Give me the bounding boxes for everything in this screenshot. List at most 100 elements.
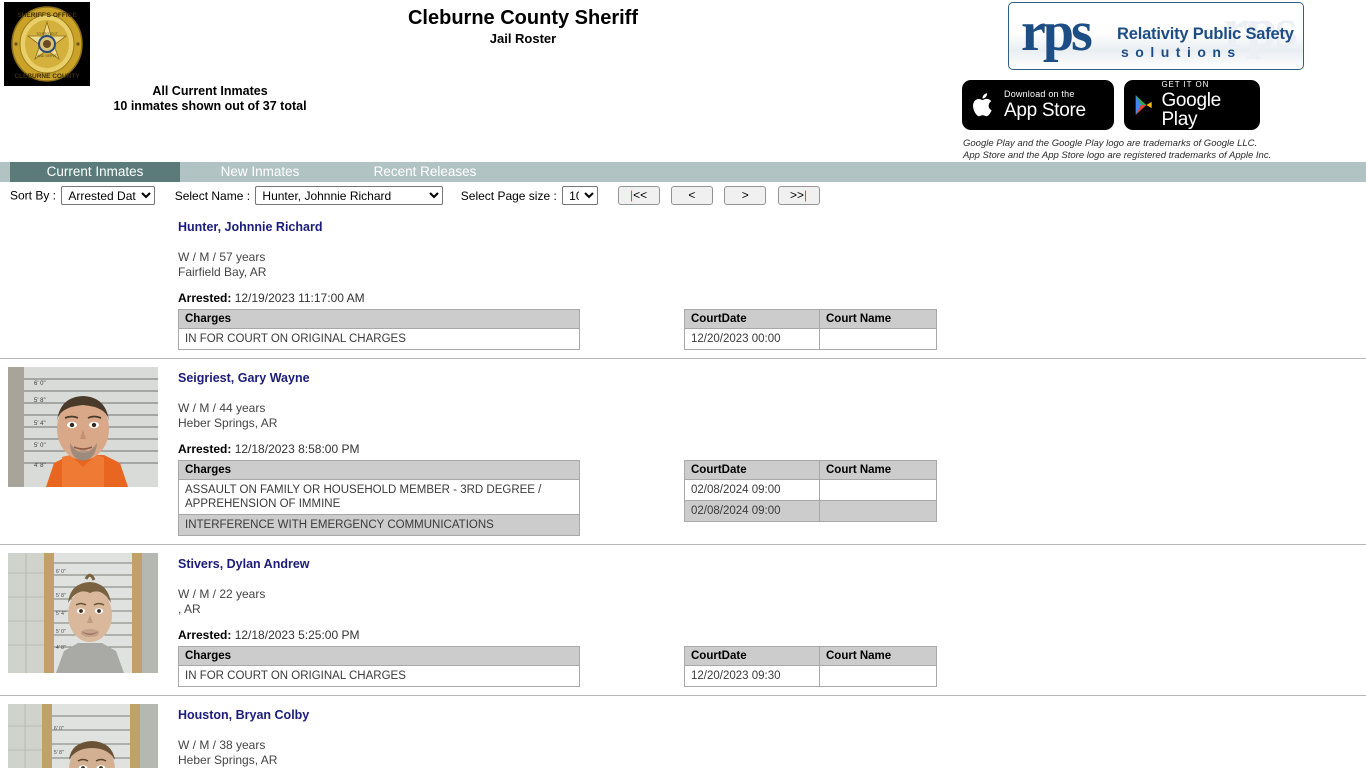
- inmate-name-link[interactable]: Seigriest, Gary Wayne: [178, 371, 310, 385]
- charge-row: IN FOR COURT ON ORIGINAL CHARGES: [178, 328, 580, 350]
- court-name-cell: [819, 665, 937, 687]
- inmate-record-row: Hunter, Johnnie Richard W / M / 57 years F…: [0, 208, 1366, 359]
- pagination-first-button[interactable]: |<<: [617, 186, 660, 205]
- select-name-label: Select Name :: [174, 188, 251, 203]
- rps-logo: rps rps Relativity Public Safety solutio…: [1008, 2, 1304, 70]
- svg-text:6' 0": 6' 0": [56, 569, 66, 575]
- svg-text:6' 0": 6' 0": [34, 381, 46, 387]
- pagination-controls: |<< < > >>|: [617, 186, 828, 205]
- courtdate-header: CourtDate: [684, 309, 820, 329]
- charge-description: IN FOR COURT ON ORIGINAL CHARGES: [178, 328, 580, 350]
- svg-text:5' 4": 5' 4": [34, 421, 46, 427]
- court-date-cell: 02/08/2024 09:00: [684, 500, 820, 522]
- inmate-record-row: 6' 0" 5' 8" 5' 4" 5' 0" 4' 8" Seigriest, G…: [0, 359, 1366, 545]
- inmate-name-link[interactable]: Houston, Bryan Colby: [178, 708, 309, 722]
- inmate-city-state: Fairfield Bay, AR: [178, 264, 267, 279]
- google-play-button[interactable]: GET IT ON Google Play: [1124, 80, 1260, 130]
- roster-tab-bar: Current Inmates New Inmates Recent Relea…: [0, 162, 1366, 182]
- page-header: SHERIFF'S OFFICE CLEBURNE COUNTY TO PROT…: [0, 0, 1366, 162]
- svg-text:5' 8": 5' 8": [54, 750, 64, 756]
- inmate-mugshot[interactable]: 6' 0"5' 8" 5' 4"5' 0": [8, 704, 158, 768]
- inmate-details: Houston, Bryan Colby W / M / 38 years Hebe…: [178, 706, 1366, 767]
- inmate-city-state: Heber Springs, AR: [178, 752, 278, 767]
- inmate-mugshot[interactable]: 6' 0" 5' 8" 5' 4" 5' 0" 4' 8": [8, 367, 158, 487]
- inmate-roster-list: Hunter, Johnnie Richard W / M / 57 years F…: [0, 208, 1366, 768]
- inmate-demographics: W / M / 57 years Fairfield Bay, AR: [178, 250, 1366, 279]
- rps-tagline-primary: Relativity Public Safety: [1117, 25, 1294, 43]
- tab-current-inmates[interactable]: Current Inmates: [10, 162, 180, 182]
- court-name-cell: [819, 328, 937, 350]
- inmate-record-row: 6' 0"5' 8" 5' 4"5' 0" Houston, Bryan Col…: [0, 696, 1366, 768]
- inmate-demographics: W / M / 38 years Heber Springs, AR: [178, 738, 1366, 767]
- charge-row: INTERFERENCE WITH EMERGENCY COMMUNICATIO…: [178, 514, 580, 536]
- arrested-label: Arrested:: [178, 291, 232, 305]
- court-date-cell: 12/20/2023 09:30: [684, 665, 820, 687]
- inmate-tables: Charges ASSAULT ON FAMILY OR HOUSEHOLD ME…: [178, 460, 1366, 536]
- charges-table: Charges ASSAULT ON FAMILY OR HOUSEHOLD ME…: [178, 460, 580, 536]
- charges-table: Charges IN FOR COURT ON ORIGINAL CHARGES: [178, 646, 580, 687]
- google-play-small-label: GET IT ON: [1161, 80, 1210, 89]
- court-row: 12/20/2023 09:30: [684, 665, 937, 687]
- courtdate-header: CourtDate: [684, 646, 820, 666]
- inmate-demographics: W / M / 22 years, AR: [178, 587, 1366, 616]
- pagination-prev-button[interactable]: <: [670, 186, 713, 205]
- inmate-details: Stivers, Dylan Andrew W / M / 22 years, A…: [178, 555, 1366, 687]
- sort-by-select[interactable]: Arrested DateName: [61, 186, 156, 205]
- courtdate-header: CourtDate: [684, 460, 820, 480]
- svg-text:CLEBURNE COUNTY: CLEBURNE COUNTY: [14, 73, 80, 80]
- arrested-datetime: 12/18/2023 8:58:00 PM: [234, 442, 360, 456]
- arrested-label: Arrested:: [178, 628, 232, 642]
- inmate-demographics: W / M / 44 years Heber Springs, AR: [178, 401, 1366, 430]
- sort-by-label: Sort By :: [10, 188, 57, 203]
- tab-new-inmates[interactable]: New Inmates: [190, 162, 330, 182]
- court-dates-table: CourtDate Court Name 02/08/2024 09:00 02/08…: [684, 460, 937, 522]
- svg-text:4' 8": 4' 8": [56, 645, 66, 651]
- court-row: 02/08/2024 09:00: [684, 500, 937, 522]
- pagination-next-button[interactable]: >: [724, 186, 767, 205]
- inmate-tables: Charges IN FOR COURT ON ORIGINAL CHARGES C…: [178, 309, 1366, 350]
- pagination-last-button[interactable]: >>|: [777, 186, 820, 205]
- page-size-select[interactable]: 102550: [562, 186, 599, 205]
- charge-row: IN FOR COURT ON ORIGINAL CHARGES: [178, 665, 580, 687]
- apple-app-store-button[interactable]: Download on the App Store: [962, 80, 1114, 130]
- rps-wordmark: rps: [1021, 2, 1093, 63]
- inmate-record-row: 6' 0" 5' 8" 5' 4" 5' 0" 4' 8" Stivers, Dyl…: [0, 545, 1366, 696]
- arrested-datetime: 12/19/2023 11:17:00 AM: [234, 291, 365, 305]
- trademark-line-apple: App Store and the App Store logo are reg…: [963, 149, 1272, 161]
- inmate-name-link[interactable]: Stivers, Dylan Andrew: [178, 557, 310, 571]
- google-play-icon: [1135, 95, 1152, 115]
- charge-row: ASSAULT ON FAMILY OR HOUSEHOLD MEMBER - …: [178, 479, 580, 515]
- inmate-race-sex-age: W / M / 22 years: [178, 587, 266, 601]
- charges-table: Charges IN FOR COURT ON ORIGINAL CHARGES: [178, 309, 580, 350]
- court-date-cell: 12/20/2023 00:00: [684, 328, 820, 350]
- inmate-tables: Charges IN FOR COURT ON ORIGINAL CHARGES C…: [178, 646, 1366, 687]
- select-name-dropdown[interactable]: Hunter, Johnnie RichardSeigriest, Gary W…: [255, 186, 444, 205]
- rps-tagline-secondary: solutions: [1121, 44, 1242, 60]
- inmate-city-state: Heber Springs, AR: [178, 415, 278, 430]
- arrested-label: Arrested:: [178, 442, 232, 456]
- svg-text:5' 8": 5' 8": [34, 398, 46, 404]
- charges-header: Charges: [178, 646, 580, 666]
- svg-text:6' 0": 6' 0": [54, 726, 64, 732]
- trademark-notice: Google Play and the Google Play logo are…: [963, 138, 1271, 161]
- svg-text:4' 8": 4' 8": [34, 463, 46, 469]
- inmate-details: Seigriest, Gary Wayne W / M / 44 years Heb…: [178, 369, 1366, 536]
- google-play-big-label: Google Play: [1161, 90, 1221, 130]
- svg-text:AND SERVE: AND SERVE: [37, 54, 57, 58]
- page-size-label: Select Page size :: [460, 188, 557, 203]
- svg-text:5' 0": 5' 0": [34, 443, 46, 449]
- tab-recent-releases[interactable]: Recent Releases: [340, 162, 510, 182]
- court-name-cell: [819, 500, 937, 522]
- courtname-header: Court Name: [819, 460, 937, 480]
- charge-description: ASSAULT ON FAMILY OR HOUSEHOLD MEMBER - …: [178, 479, 580, 515]
- charge-description: INTERFERENCE WITH EMERGENCY COMMUNICATIO…: [178, 514, 580, 536]
- courtname-header: Court Name: [819, 309, 937, 329]
- inmate-arrested-line: Arrested: 12/18/2023 8:58:00 PM: [178, 442, 1366, 456]
- apple-store-small-label: Download on the: [1004, 89, 1075, 99]
- court-dates-table: CourtDate Court Name 12/20/2023 09:30: [684, 646, 937, 687]
- court-name-cell: [819, 479, 937, 501]
- charges-header: Charges: [178, 460, 580, 480]
- inmate-mugshot[interactable]: 6' 0" 5' 8" 5' 4" 5' 0" 4' 8": [8, 553, 158, 673]
- inmate-name-link[interactable]: Hunter, Johnnie Richard: [178, 220, 322, 234]
- inmate-arrested-line: Arrested: 12/19/2023 11:17:00 AM: [178, 291, 1366, 305]
